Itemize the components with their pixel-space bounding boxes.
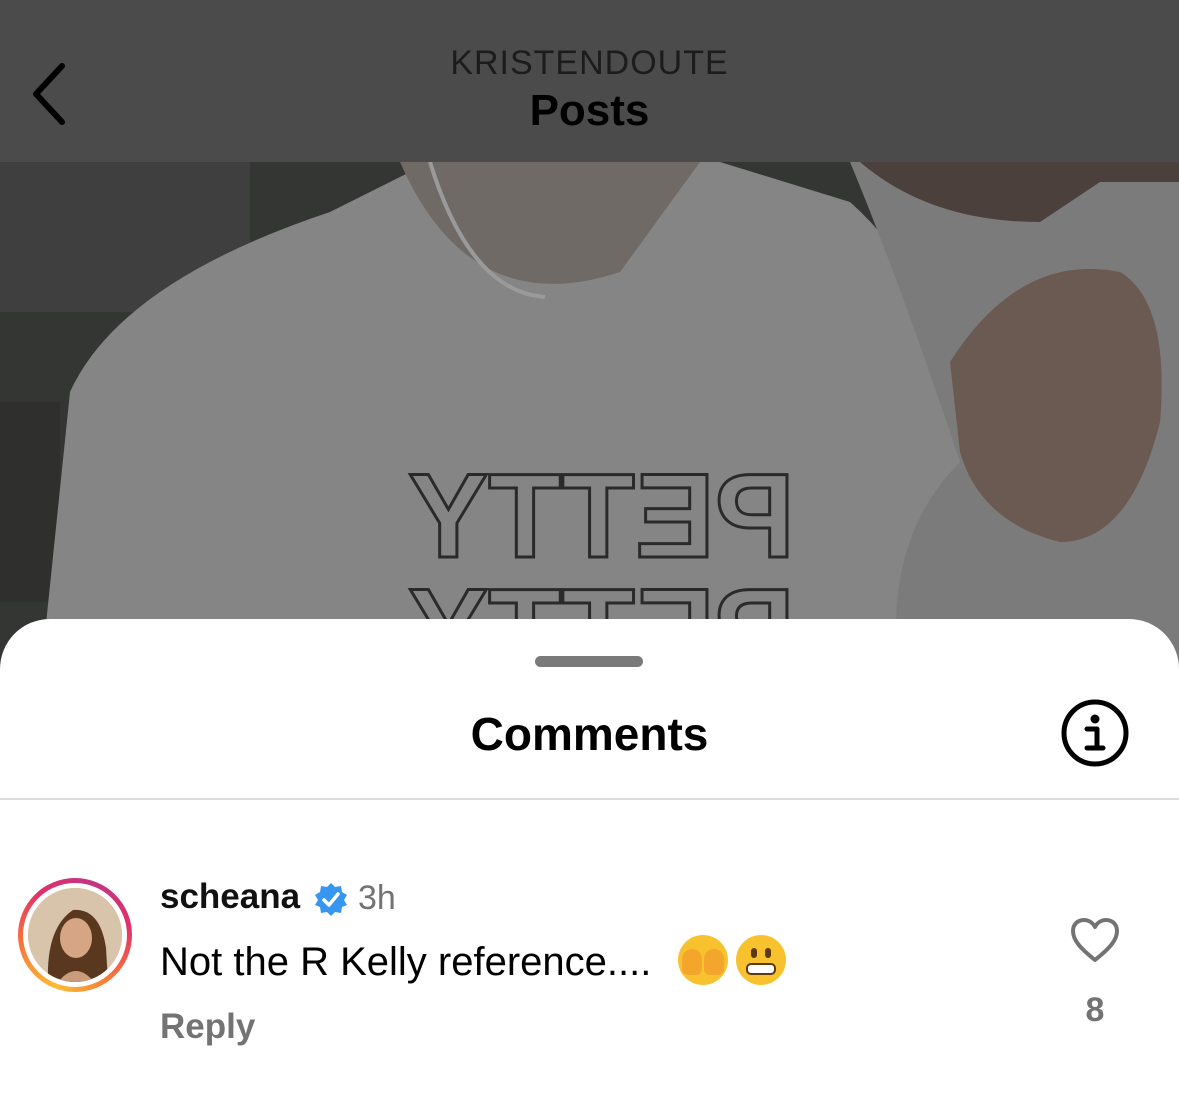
comment-body: Not the R Kelly reference.... <box>160 940 663 984</box>
avatar-photo <box>28 888 122 982</box>
reply-button[interactable]: Reply <box>160 1007 255 1047</box>
avatar[interactable] <box>18 878 132 992</box>
comment-timestamp: 3h <box>358 879 396 917</box>
post-background: PETTY PETTY KRISTENDOUTE Posts <box>0 0 1179 680</box>
grimacing-face-emoji-icon <box>736 935 787 985</box>
comment-username[interactable]: scheana <box>160 877 300 917</box>
top-navigation-bar: KRISTENDOUTE Posts <box>0 0 1179 162</box>
post-photo: PETTY PETTY <box>0 162 1179 680</box>
comment-text: Not the R Kelly reference.... <box>160 935 787 985</box>
heart-icon <box>1071 918 1119 962</box>
like-button[interactable] <box>1070 917 1120 963</box>
info-icon <box>1061 699 1129 767</box>
info-button[interactable] <box>1060 698 1130 768</box>
sheet-divider <box>0 798 1179 800</box>
comments-title: Comments <box>470 708 709 760</box>
face-hand-over-mouth-emoji-icon <box>678 935 729 985</box>
sheet-grabber-handle[interactable] <box>535 656 643 667</box>
post-photo-illustration: PETTY PETTY <box>0 162 1179 680</box>
profile-username: KRISTENDOUTE <box>450 44 729 82</box>
shirt-print-line1: PETTY <box>408 449 795 583</box>
like-count: 8 <box>1085 991 1105 1029</box>
comments-sheet: Comments scheana 3h Not the R Kelly refe… <box>0 619 1179 1099</box>
verified-badge-icon <box>315 883 347 916</box>
avatar-illustration <box>28 888 122 982</box>
page-title: Posts <box>529 86 650 135</box>
